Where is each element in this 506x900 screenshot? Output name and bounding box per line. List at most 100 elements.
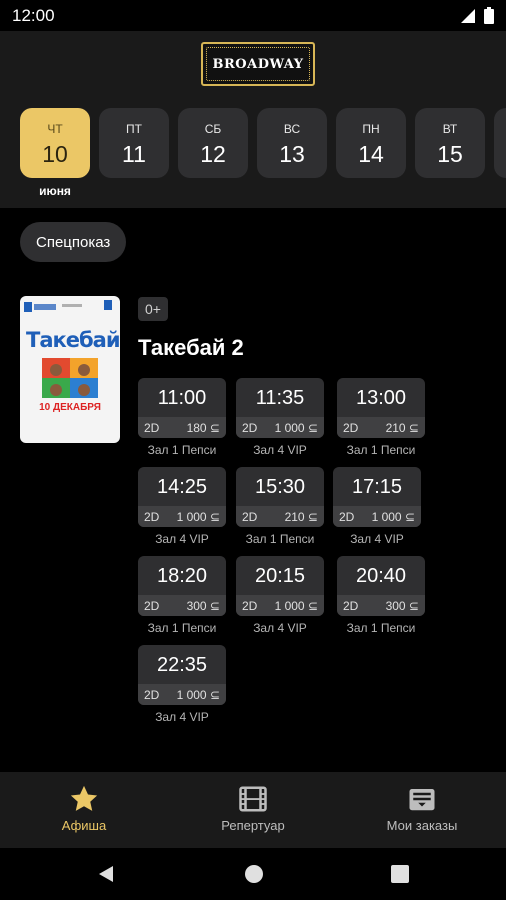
session-card[interactable]: 14:25 2D 1 000 ⊆ Зал 4 VIP bbox=[138, 467, 226, 546]
movie-title[interactable]: Такебай 2 bbox=[138, 335, 244, 361]
session-price: 210 ⊆ bbox=[385, 420, 419, 435]
session-time: 20:15 bbox=[254, 565, 306, 587]
date-chip-next[interactable] bbox=[494, 108, 506, 178]
poster-title: Такебай2 bbox=[26, 328, 120, 352]
date-day: 12 bbox=[200, 141, 226, 167]
bottom-navigation: Афиша Репертуар Мои заказы bbox=[0, 772, 506, 848]
session-price: 1 000 ⊆ bbox=[274, 420, 318, 435]
month-label: июня bbox=[39, 184, 71, 198]
nav-item-afisha[interactable]: Афиша bbox=[0, 772, 168, 848]
date-dow: ЧТ bbox=[47, 122, 63, 136]
nav-item-my-orders[interactable]: Мои заказы bbox=[338, 772, 506, 848]
session-card[interactable]: 20:15 2D 1 000 ⊆ Зал 4 VIP bbox=[236, 556, 324, 635]
session-hall: Зал 1 Пепси bbox=[346, 443, 416, 457]
session-hall: Зал 4 VIP bbox=[350, 532, 404, 546]
session-time: 18:20 bbox=[156, 565, 208, 587]
session-format: 2D bbox=[242, 420, 258, 435]
session-hall: Зал 4 VIP bbox=[253, 443, 307, 457]
session-format: 2D bbox=[144, 687, 160, 702]
nav-label: Мои заказы bbox=[386, 818, 458, 833]
session-card[interactable]: 15:30 2D 210 ⊆ Зал 1 Пепси bbox=[236, 467, 324, 546]
session-hall: Зал 4 VIP bbox=[155, 532, 209, 546]
session-price: 1 000 ⊆ bbox=[274, 598, 318, 613]
nav-label: Афиша bbox=[61, 818, 107, 833]
session-hall: Зал 1 Пепси bbox=[147, 621, 217, 635]
tickets-icon bbox=[409, 789, 435, 811]
date-dow: ПН bbox=[362, 122, 380, 136]
session-time: 11:00 bbox=[157, 387, 207, 409]
session-format: 2D bbox=[242, 509, 258, 524]
session-time: 14:25 bbox=[156, 476, 208, 498]
session-time: 13:00 bbox=[355, 387, 407, 409]
session-price: 300 ⊆ bbox=[186, 598, 220, 613]
session-price: 1 000 ⊆ bbox=[176, 687, 220, 702]
date-chip-sat-12[interactable]: СБ 12 bbox=[178, 108, 248, 178]
status-bar: 12:00 bbox=[0, 0, 506, 31]
session-price: 1 000 ⊆ bbox=[176, 509, 220, 524]
date-day: 13 bbox=[279, 141, 305, 167]
session-card[interactable]: 18:20 2D 300 ⊆ Зал 1 Пепси bbox=[138, 556, 226, 635]
filter-chip-special-screening[interactable]: Спецпоказ bbox=[20, 222, 127, 262]
session-hall: Зал 1 Пепси bbox=[245, 532, 315, 546]
session-hall: Зал 1 Пепси bbox=[147, 443, 217, 457]
session-price: 210 ⊆ bbox=[284, 509, 318, 524]
date-selector: ЧТ 10 июня ПТ 11 СБ 12 ВС 13 ПН 14 ВТ 15 bbox=[20, 108, 506, 208]
session-hall: Зал 4 VIP bbox=[155, 710, 209, 724]
date-dow: ВС bbox=[283, 122, 301, 136]
logo-text: BROADWAY bbox=[212, 56, 304, 72]
session-card[interactable]: 11:35 2D 1 000 ⊆ Зал 4 VIP bbox=[236, 378, 324, 457]
date-dow: ПТ bbox=[126, 122, 142, 136]
battery-icon bbox=[484, 7, 494, 24]
star-icon bbox=[70, 785, 98, 811]
movie-poster[interactable]: Такебай2 10 ДЕКАБРЯ bbox=[20, 296, 120, 443]
session-price: 1 000 ⊆ bbox=[371, 509, 415, 524]
session-format: 2D bbox=[343, 598, 359, 613]
back-icon[interactable] bbox=[96, 864, 116, 884]
session-format: 2D bbox=[144, 509, 160, 524]
home-icon[interactable] bbox=[244, 864, 264, 884]
date-day: 10 bbox=[42, 141, 68, 167]
session-card[interactable]: 13:00 2D 210 ⊆ Зал 1 Пепси bbox=[337, 378, 425, 457]
session-hall: Зал 4 VIP bbox=[253, 621, 307, 635]
system-navigation-bar bbox=[0, 848, 506, 900]
film-icon bbox=[239, 786, 267, 812]
date-dow: СБ bbox=[204, 122, 222, 136]
poster-date: 10 ДЕКАБРЯ bbox=[39, 402, 101, 413]
date-day: 11 bbox=[122, 141, 146, 167]
session-format: 2D bbox=[343, 420, 359, 435]
broadway-logo: BROADWAY bbox=[201, 42, 315, 86]
age-rating-badge: 0+ bbox=[138, 297, 168, 321]
date-day: 14 bbox=[358, 141, 384, 167]
filter-chip-label: Спецпоказ bbox=[36, 233, 111, 251]
session-format: 2D bbox=[144, 420, 160, 435]
session-time: 22:35 bbox=[156, 654, 208, 676]
signal-icon bbox=[461, 8, 475, 23]
session-time: 17:15 bbox=[351, 476, 403, 498]
session-card[interactable]: 20:40 2D 300 ⊆ Зал 1 Пепси bbox=[337, 556, 425, 635]
date-chip-tue-15[interactable]: ВТ 15 bbox=[415, 108, 485, 178]
nav-item-repertoire[interactable]: Репертуар bbox=[169, 772, 337, 848]
session-time: 15:30 bbox=[254, 476, 306, 498]
date-day: 15 bbox=[437, 141, 463, 167]
session-time: 11:35 bbox=[255, 387, 305, 409]
date-chip-sun-13[interactable]: ВС 13 bbox=[257, 108, 327, 178]
date-dow: ВТ bbox=[442, 122, 458, 136]
date-chip-fri-11[interactable]: ПТ 11 bbox=[99, 108, 169, 178]
session-card[interactable]: 17:15 2D 1 000 ⊆ Зал 4 VIP bbox=[333, 467, 421, 546]
session-time: 20:40 bbox=[355, 565, 407, 587]
session-hall: Зал 1 Пепси bbox=[346, 621, 416, 635]
date-chip-mon-14[interactable]: ПН 14 bbox=[336, 108, 406, 178]
age-rating: 0+ bbox=[145, 301, 161, 317]
session-price: 300 ⊆ bbox=[385, 598, 419, 613]
session-format: 2D bbox=[339, 509, 355, 524]
poster-cast-photo bbox=[42, 358, 98, 398]
app-header: BROADWAY ЧТ 10 июня ПТ 11 СБ 12 ВС 13 ПН… bbox=[0, 31, 506, 208]
poster-logos bbox=[24, 300, 112, 312]
session-format: 2D bbox=[242, 598, 258, 613]
session-card[interactable]: 22:35 2D 1 000 ⊆ Зал 4 VIP bbox=[138, 645, 226, 724]
session-card[interactable]: 11:00 2D 180 ⊆ Зал 1 Пепси bbox=[138, 378, 226, 457]
session-format: 2D bbox=[144, 598, 160, 613]
date-chip-thu-10[interactable]: ЧТ 10 bbox=[20, 108, 90, 178]
recents-icon[interactable] bbox=[390, 864, 410, 884]
session-price: 180 ⊆ bbox=[186, 420, 220, 435]
